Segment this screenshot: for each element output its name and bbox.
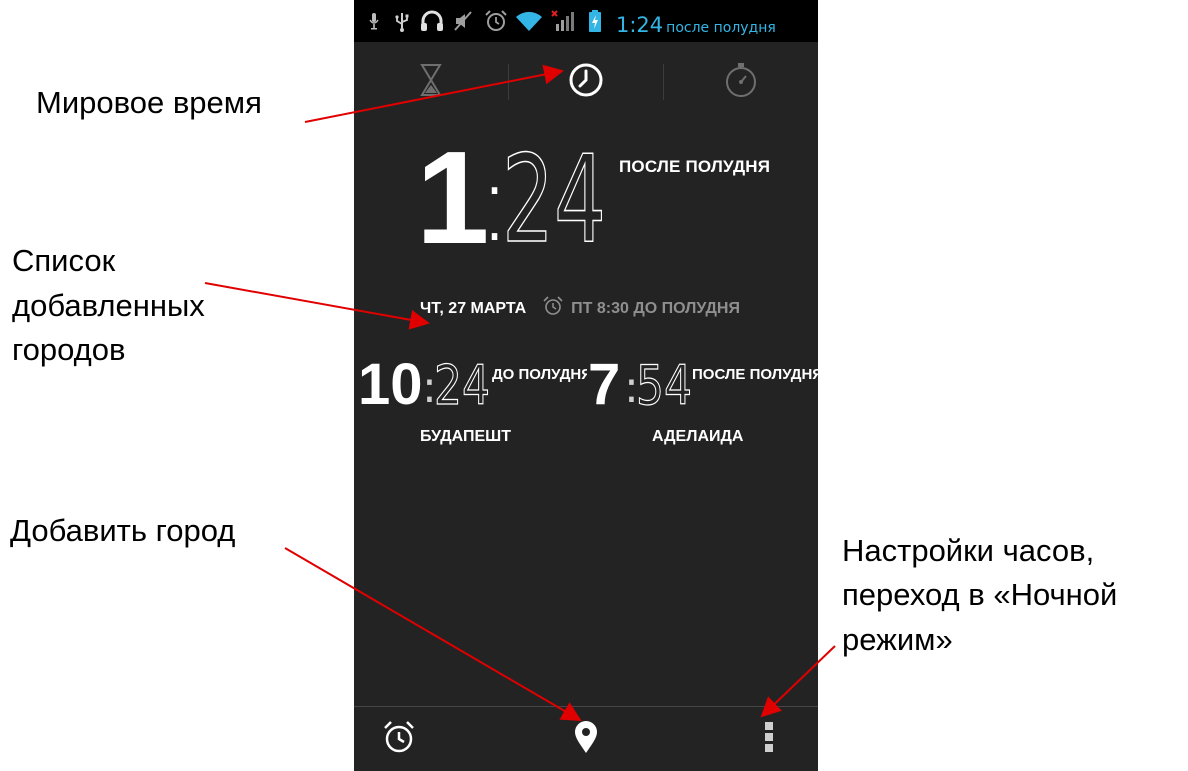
- city-hour: 10: [358, 352, 423, 417]
- date-line: ЧТ, 27 МАРТА ПТ 8:30 ДО ПОЛУДНЯ: [420, 296, 740, 318]
- city-minutes: 24: [434, 354, 490, 417]
- alarms-button[interactable]: [364, 707, 434, 771]
- main-clock-ampm: ПОСЛЕ ПОЛУДНЯ: [619, 157, 771, 176]
- alarm-icon: [382, 720, 416, 759]
- callout-settings-3: режим»: [842, 622, 953, 657]
- callout-settings-2: переход в «Ночной: [842, 577, 1118, 612]
- tab-bar: [354, 42, 818, 122]
- hourglass-icon: [420, 63, 442, 102]
- callout-cities-list-1: Список: [12, 243, 116, 278]
- main-clock-minutes: 24: [501, 140, 607, 260]
- callout-world-time: Мировое время: [36, 85, 262, 120]
- bottom-action-bar: [354, 707, 818, 771]
- overflow-menu-button[interactable]: [734, 707, 804, 771]
- city-name: БУДАПЕШТ: [420, 428, 512, 445]
- next-alarm-icon: [543, 296, 563, 315]
- overflow-menu-icon: [764, 720, 774, 759]
- tab-stopwatch[interactable]: [664, 42, 818, 122]
- clock-icon: [568, 62, 604, 103]
- location-pin-icon: [574, 720, 598, 759]
- city-name: АДЕЛАИДА: [652, 428, 744, 445]
- mute-icon: [450, 0, 476, 42]
- add-city-button[interactable]: [551, 707, 621, 771]
- city-ampm: ПОСЛЕ ПОЛУДНЯ: [692, 366, 818, 383]
- mic-icon: [366, 0, 382, 42]
- phone-screen: 1:24после полудня 1 : 24 ПОСЛЕ ПОЛУДНЯ: [354, 0, 818, 771]
- next-alarm-text: ПТ 8:30 ДО ПОЛУДНЯ: [571, 300, 740, 317]
- city-ampm: ДО ПОЛУДНЯ: [492, 366, 587, 383]
- usb-icon: [392, 0, 412, 42]
- signal-icon: [548, 0, 578, 42]
- stopwatch-icon: [723, 61, 759, 104]
- callout-add-city: Добавить город: [10, 513, 236, 548]
- status-time: 1:24 после полудня: [616, 13, 776, 37]
- callout-settings-1: Настройки часов,: [842, 533, 1095, 568]
- battery-icon: [584, 0, 606, 42]
- svg-text:24: 24: [502, 140, 606, 260]
- status-bar: 1:24 после полудня: [354, 0, 818, 42]
- date-text: ЧТ, 27 МАРТА: [420, 300, 527, 317]
- alarm-icon: [482, 0, 510, 42]
- headphones-icon: [418, 0, 446, 42]
- callout-cities-list-2: добавленных: [12, 288, 205, 323]
- city-hour: 7: [588, 352, 620, 417]
- tab-clock[interactable]: [509, 42, 663, 122]
- city-minutes: 54: [636, 354, 692, 417]
- wifi-icon: [514, 0, 544, 42]
- tab-timer[interactable]: [354, 42, 508, 122]
- callout-cities-list-3: городов: [12, 332, 126, 367]
